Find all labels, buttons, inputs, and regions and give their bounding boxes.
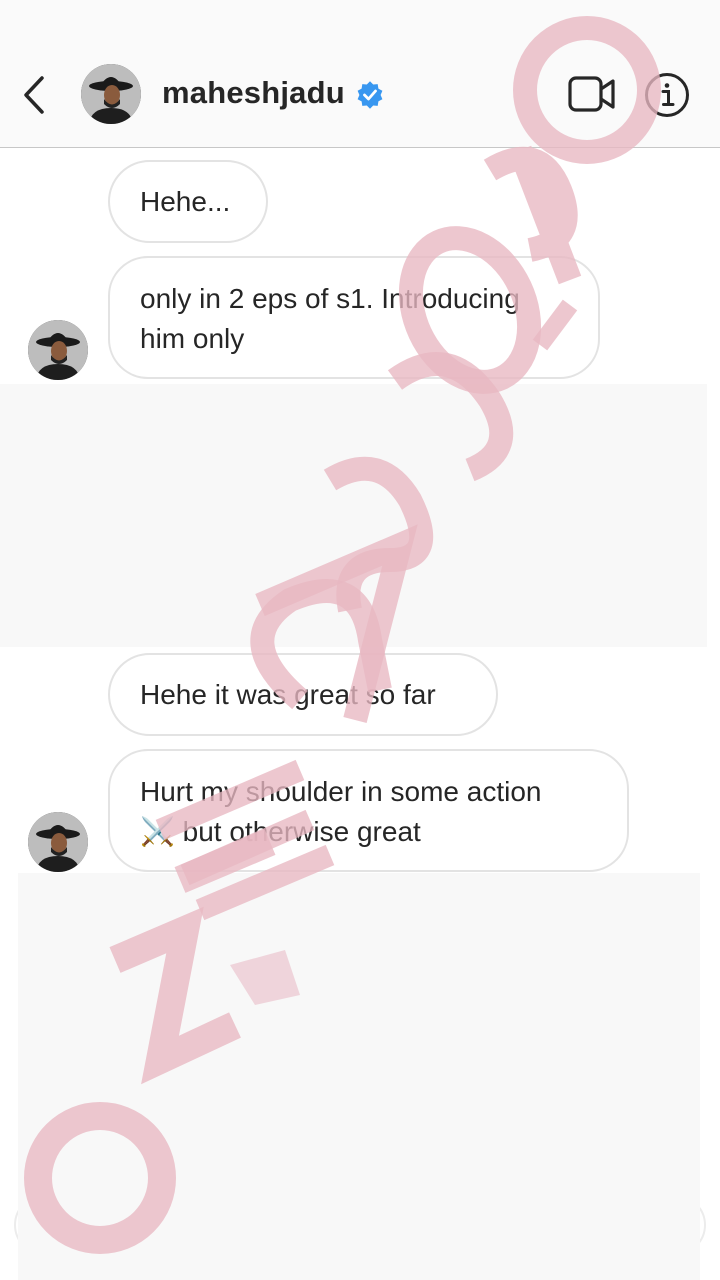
profile-photo [28, 812, 88, 872]
sender-avatar[interactable] [28, 812, 88, 872]
message-bubble[interactable]: Hehe... [108, 160, 268, 243]
message-text-line: ⚔️ but otherwise great [140, 812, 597, 852]
message-text: Hehe... [140, 186, 231, 217]
verified-badge-icon [357, 81, 383, 109]
sender-avatar[interactable] [28, 320, 88, 380]
info-icon [645, 73, 689, 117]
message-text: Hehe it was great so far [140, 679, 436, 710]
message-bubble[interactable]: only in 2 eps of s1. Introducing him onl… [108, 256, 600, 379]
hidden-media-placeholder [0, 384, 707, 647]
video-call-button[interactable] [567, 72, 617, 116]
chat-username[interactable]: maheshjadu [162, 75, 345, 111]
chat-header: maheshjadu [0, 0, 720, 148]
profile-photo [28, 320, 88, 380]
message-text: but otherwise great [174, 816, 421, 847]
hidden-media-placeholder [18, 873, 700, 1280]
message-text-line: him only [140, 323, 245, 354]
crossed-swords-emoji: ⚔️ [140, 816, 175, 847]
message-text-line: only in 2 eps of s1. Introducing [140, 283, 520, 314]
message-bubble[interactable]: Hehe it was great so far [108, 653, 498, 736]
info-button[interactable] [644, 72, 690, 118]
message-text-line: Hurt my shoulder in some action [140, 776, 542, 807]
avatar[interactable] [81, 64, 141, 124]
message-bubble[interactable]: Hurt my shoulder in some action ⚔️ but o… [108, 749, 629, 872]
profile-photo [81, 64, 141, 124]
chevron-left-icon [24, 76, 44, 114]
back-button[interactable] [18, 70, 58, 120]
video-camera-icon [568, 76, 615, 112]
